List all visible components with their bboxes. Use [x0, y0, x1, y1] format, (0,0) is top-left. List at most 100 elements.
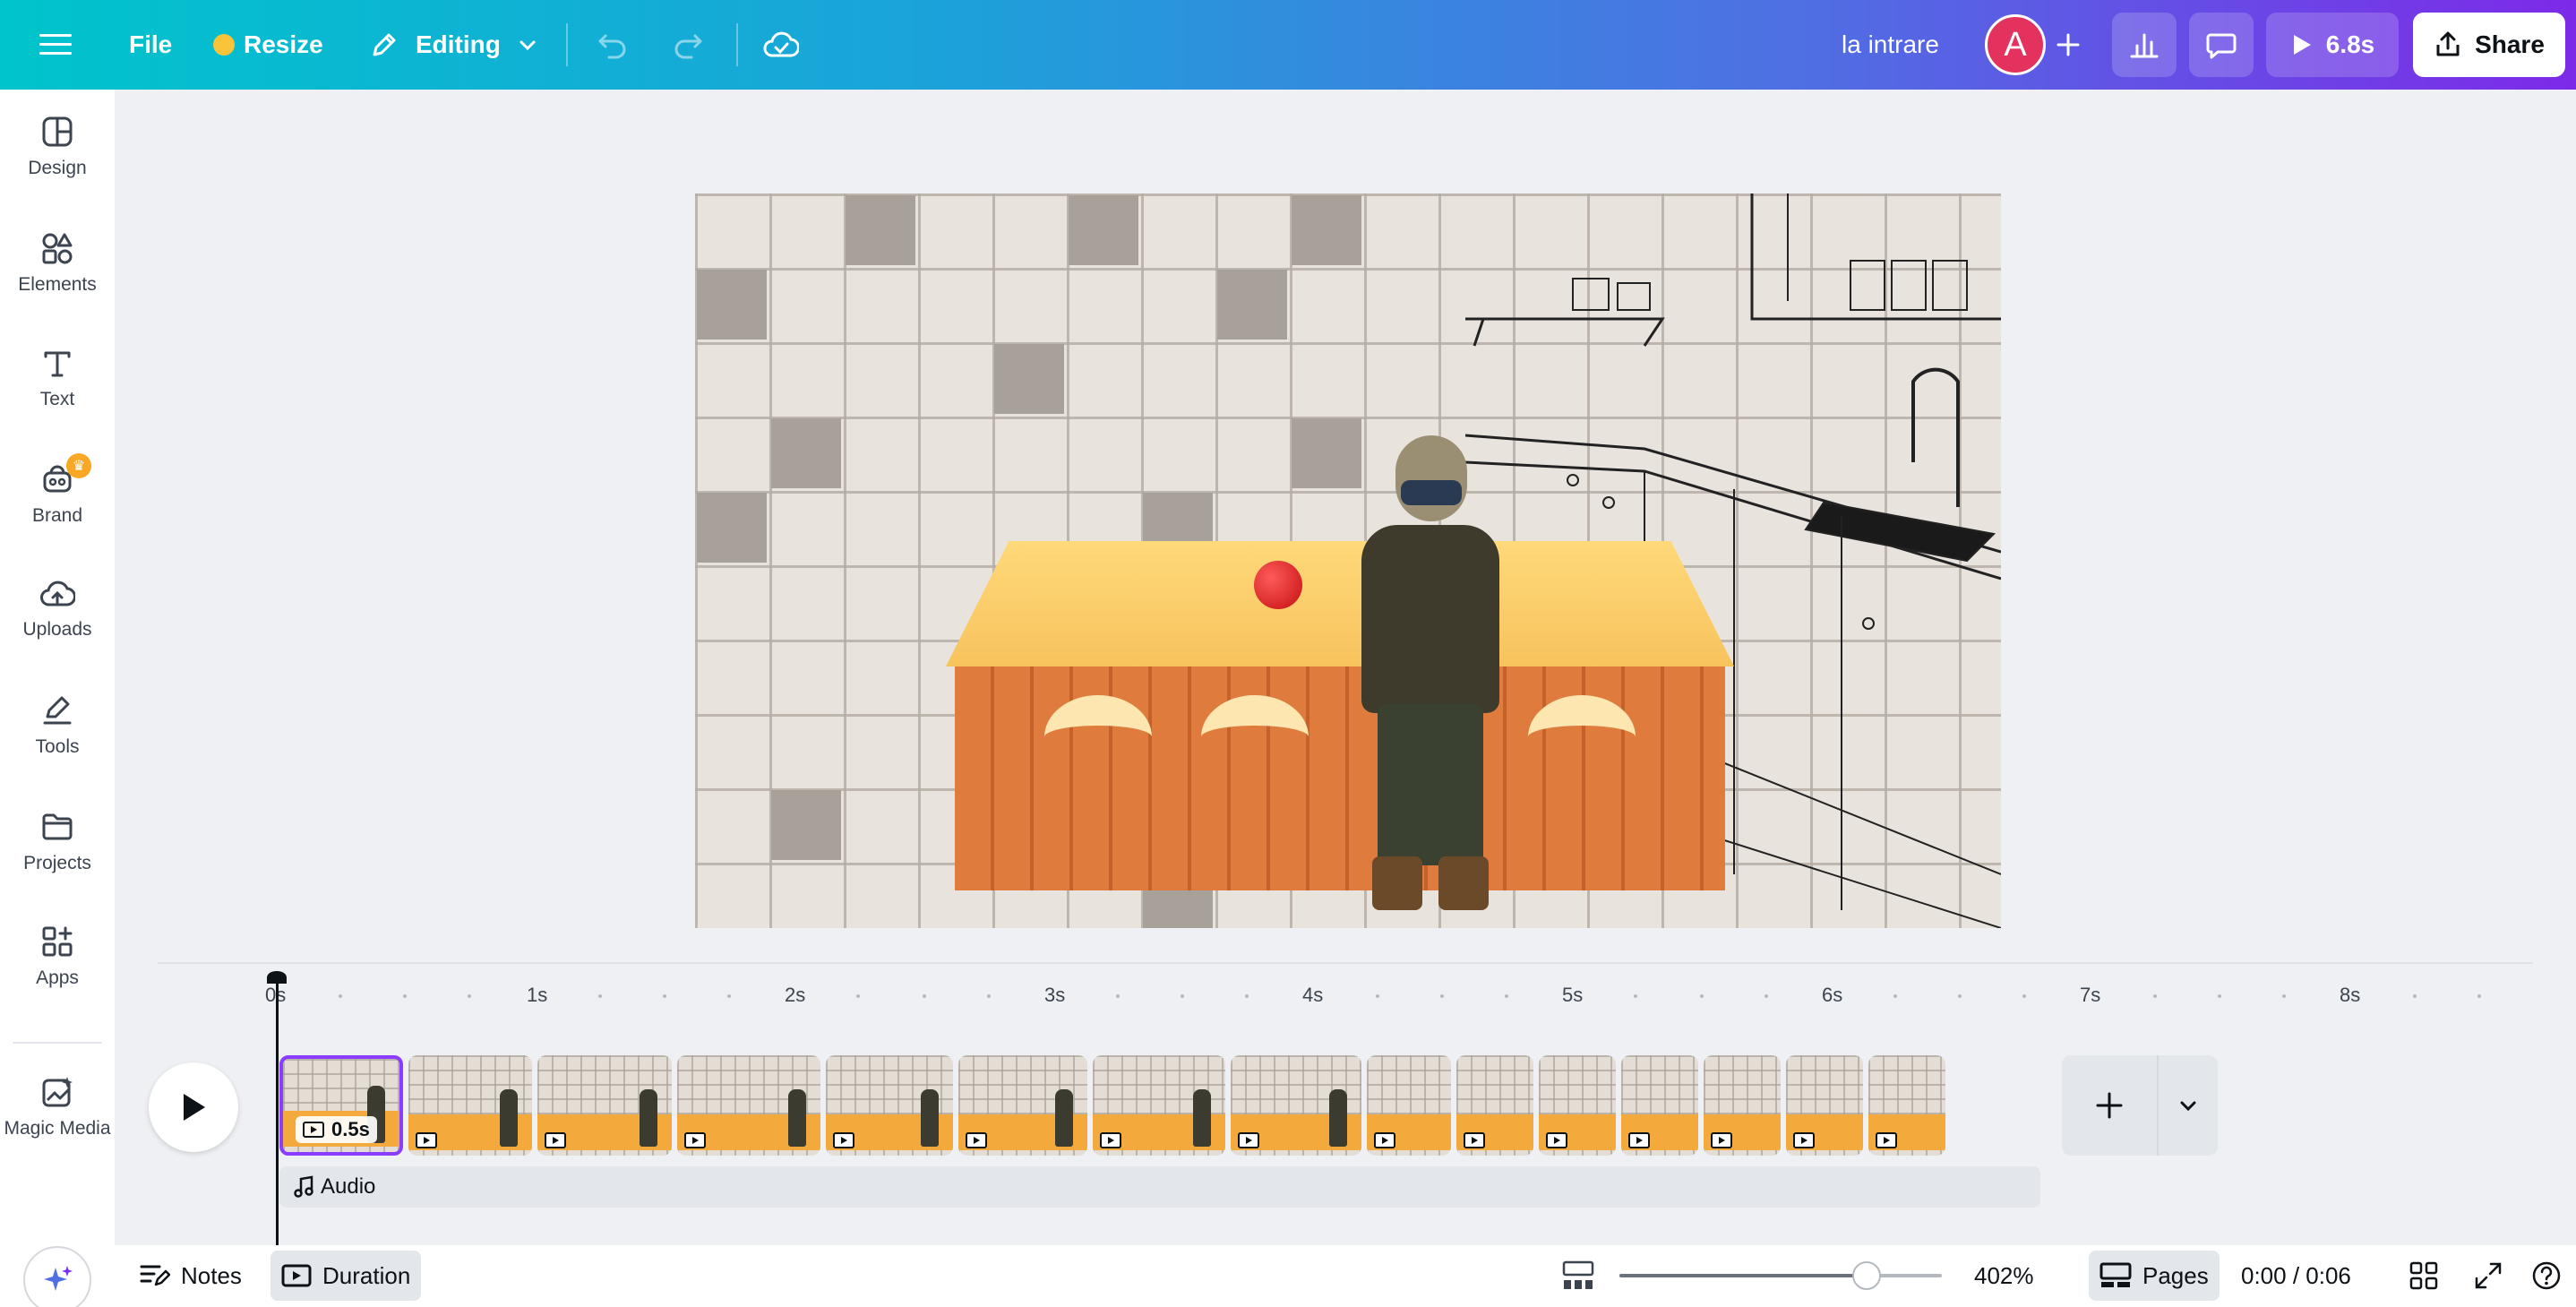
sidebar-item-magic-media[interactable]: Magic Media — [0, 1053, 115, 1161]
tick-dot — [2218, 994, 2221, 998]
sidebar-item-apps[interactable]: Apps — [0, 903, 115, 1010]
add-page-button[interactable] — [2062, 1055, 2159, 1156]
magic-media-icon — [42, 1077, 73, 1107]
page-thumbnail-selected[interactable]: 0.5s — [279, 1055, 403, 1156]
thumbnail-character — [921, 1089, 939, 1147]
tick-dot — [1893, 994, 1897, 998]
tick-dot — [1634, 994, 1637, 998]
share-button[interactable]: Share — [2413, 13, 2565, 77]
pages-icon — [2099, 1262, 2132, 1287]
playhead[interactable] — [276, 976, 279, 1245]
video-icon — [416, 1132, 437, 1148]
page-thumbnail[interactable] — [1456, 1055, 1533, 1156]
kitchen-counter-top[interactable] — [946, 541, 1734, 666]
bar-stool[interactable] — [1044, 695, 1152, 928]
page-duration-badge[interactable]: 0.5s — [296, 1116, 377, 1143]
file-label: File — [129, 30, 173, 58]
magic-assistant-button[interactable] — [23, 1246, 91, 1307]
sidebar-item-elements[interactable]: Elements — [0, 210, 115, 317]
design-canvas[interactable] — [695, 193, 2001, 928]
audio-track[interactable]: Audio — [279, 1166, 2040, 1208]
grid-view-button[interactable] — [2399, 1251, 2449, 1301]
page-thumbnail[interactable] — [1231, 1055, 1361, 1156]
thumbnail-character — [1329, 1089, 1347, 1147]
bar-stool[interactable] — [1528, 695, 1636, 928]
apple[interactable] — [1254, 561, 1302, 609]
page-duration-label: 0.5s — [331, 1118, 370, 1140]
video-icon — [303, 1122, 324, 1138]
time-tick: 4s — [1302, 984, 1324, 1006]
page-thumbnail[interactable] — [958, 1055, 1087, 1156]
notes-label: Notes — [181, 1261, 242, 1289]
insights-button[interactable] — [2112, 13, 2177, 77]
page-thumbnails: 0.5s — [279, 1055, 1945, 1156]
avatar[interactable]: A — [1985, 14, 2046, 75]
resize-button[interactable]: Resize — [213, 0, 323, 90]
timeline-play-button[interactable] — [149, 1062, 238, 1152]
page-thumbnail[interactable] — [408, 1055, 532, 1156]
share-label: Share — [2475, 30, 2545, 58]
page-thumbnail[interactable] — [1704, 1055, 1781, 1156]
page-thumbnail[interactable] — [1367, 1055, 1451, 1156]
tick-dot — [1376, 994, 1379, 998]
page-thumbnail[interactable] — [826, 1055, 953, 1156]
bar-stool[interactable] — [1201, 695, 1309, 928]
notes-button[interactable]: Notes — [129, 1251, 253, 1301]
invite-button[interactable] — [2055, 0, 2082, 90]
editing-mode-button[interactable]: Editing — [369, 0, 538, 90]
video-icon — [281, 1264, 312, 1287]
project-title-label: la intrare — [1842, 30, 1939, 58]
playhead-handle[interactable] — [267, 971, 287, 984]
page-thumbnail[interactable] — [537, 1055, 672, 1156]
page-thumbnail[interactable] — [1786, 1055, 1863, 1156]
tick-dot — [1245, 994, 1249, 998]
page-thumbnail[interactable] — [1868, 1055, 1945, 1156]
menu-icon[interactable] — [39, 0, 72, 90]
tick-dot — [1181, 994, 1184, 998]
sidebar-item-tools[interactable]: Tools — [0, 672, 115, 779]
zoom-slider-thumb[interactable] — [1852, 1261, 1881, 1290]
video-icon — [1793, 1132, 1815, 1148]
comments-button[interactable] — [2189, 13, 2254, 77]
time-readout: 0:00 / 0:06 — [2241, 1251, 2351, 1301]
thumbnail-size-toggle[interactable] — [1551, 1251, 1605, 1301]
tick-dot — [598, 994, 602, 998]
zoom-slider-fill — [1619, 1274, 1867, 1277]
page-thumbnail[interactable] — [1539, 1055, 1616, 1156]
undo-button[interactable] — [597, 0, 629, 90]
help-button[interactable] — [2520, 1251, 2572, 1301]
sidebar-item-projects[interactable]: Projects — [0, 788, 115, 896]
sidebar-item-design[interactable]: Design — [0, 93, 115, 201]
crown-icon — [213, 34, 235, 56]
tick-dot — [2413, 994, 2417, 998]
video-icon — [1876, 1132, 1897, 1148]
save-status-button[interactable] — [763, 0, 799, 90]
sidebar-item-label: Design — [28, 158, 87, 178]
page-thumbnail[interactable] — [1093, 1055, 1225, 1156]
project-title[interactable]: la intrare — [1842, 0, 1939, 90]
thumbnail-character — [500, 1089, 518, 1147]
sidebar-item-uploads[interactable]: Uploads — [0, 555, 115, 663]
page-thumbnail[interactable] — [677, 1055, 820, 1156]
tick-dot — [987, 994, 991, 998]
pages-button[interactable]: Pages — [2089, 1251, 2220, 1301]
avatar-initial: A — [2004, 25, 2027, 64]
file-menu-button[interactable]: File — [129, 0, 172, 90]
sidebar-item-text[interactable]: Text — [0, 324, 115, 432]
video-icon — [1374, 1132, 1395, 1148]
fullscreen-button[interactable] — [2463, 1251, 2513, 1301]
redo-button[interactable] — [672, 0, 704, 90]
time-tick: 6s — [1822, 984, 1843, 1006]
video-icon — [1238, 1132, 1259, 1148]
duration-button[interactable]: Duration — [270, 1251, 422, 1301]
expand-icon — [2475, 1262, 2502, 1289]
add-page-options-button[interactable] — [2159, 1055, 2218, 1156]
wall-tile — [1069, 195, 1138, 265]
time-tick: 7s — [2080, 984, 2101, 1006]
sidebar-item-brand[interactable]: Brand ♛ — [0, 441, 115, 548]
zoom-level-button[interactable]: 402% — [1974, 1251, 2034, 1301]
character[interactable] — [1345, 435, 1516, 919]
cloud-check-icon — [763, 31, 799, 57]
page-thumbnail[interactable] — [1621, 1055, 1698, 1156]
present-button[interactable]: 6.8s — [2266, 13, 2399, 77]
